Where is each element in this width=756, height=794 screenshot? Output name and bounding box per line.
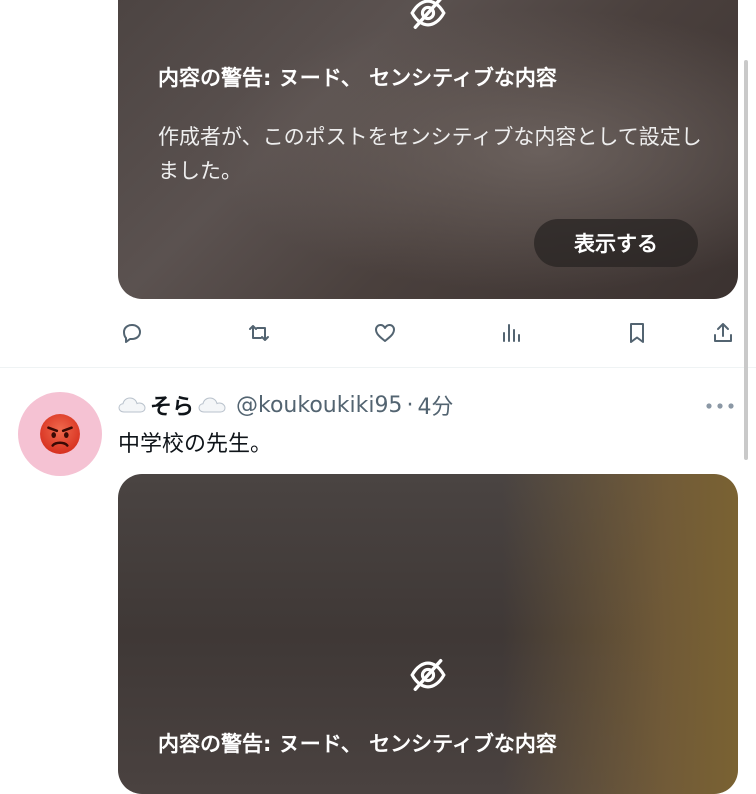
post1-sensitive-media[interactable]: 内容の警告: ヌード、 センシティブな内容 作成者が、このポストをセンシティブな… [118, 0, 738, 299]
bookmark-icon [630, 323, 644, 343]
avatar[interactable] [18, 392, 102, 476]
post-header: そら @koukoukiki95 · 4分 [118, 388, 453, 422]
content-warning-title: 内容の警告: ヌード、 センシティブな内容 [158, 732, 557, 756]
heart-icon [375, 324, 395, 342]
angry-face-emoji-icon [40, 414, 80, 454]
display-name[interactable]: そら [150, 389, 194, 421]
post-timestamp[interactable]: 4分 [417, 389, 453, 421]
show-media-button[interactable]: 表示する [534, 219, 698, 267]
more-options-icon[interactable] [704, 398, 736, 414]
bookmark-button[interactable] [622, 318, 652, 348]
repost-icon [249, 325, 269, 341]
user-handle[interactable]: @koukoukiki95 [236, 393, 402, 418]
scrollbar[interactable] [744, 60, 748, 460]
views-button[interactable] [496, 318, 526, 348]
repost-button[interactable] [244, 318, 274, 348]
content-warning-title: 内容の警告: ヌード、 センシティブな内容 [158, 66, 557, 90]
eye-off-icon [410, 0, 446, 29]
header-separator: · [406, 392, 414, 418]
post-text: 中学校の先生。 [118, 432, 273, 457]
views-icon [503, 324, 520, 342]
eye-off-icon [410, 659, 446, 691]
cloud-emoji-icon [118, 397, 146, 413]
like-button[interactable] [370, 318, 400, 348]
share-button[interactable] [708, 318, 738, 348]
content-warning-body: 作成者が、このポストをセンシティブな内容として設定しました。 [158, 125, 702, 183]
post2-sensitive-media[interactable]: 内容の警告: ヌード、 センシティブな内容 [118, 474, 738, 794]
reply-icon [123, 324, 141, 343]
cloud-emoji-icon [198, 397, 226, 413]
share-icon [714, 323, 732, 342]
post-divider [0, 367, 756, 368]
reply-button[interactable] [117, 318, 147, 348]
